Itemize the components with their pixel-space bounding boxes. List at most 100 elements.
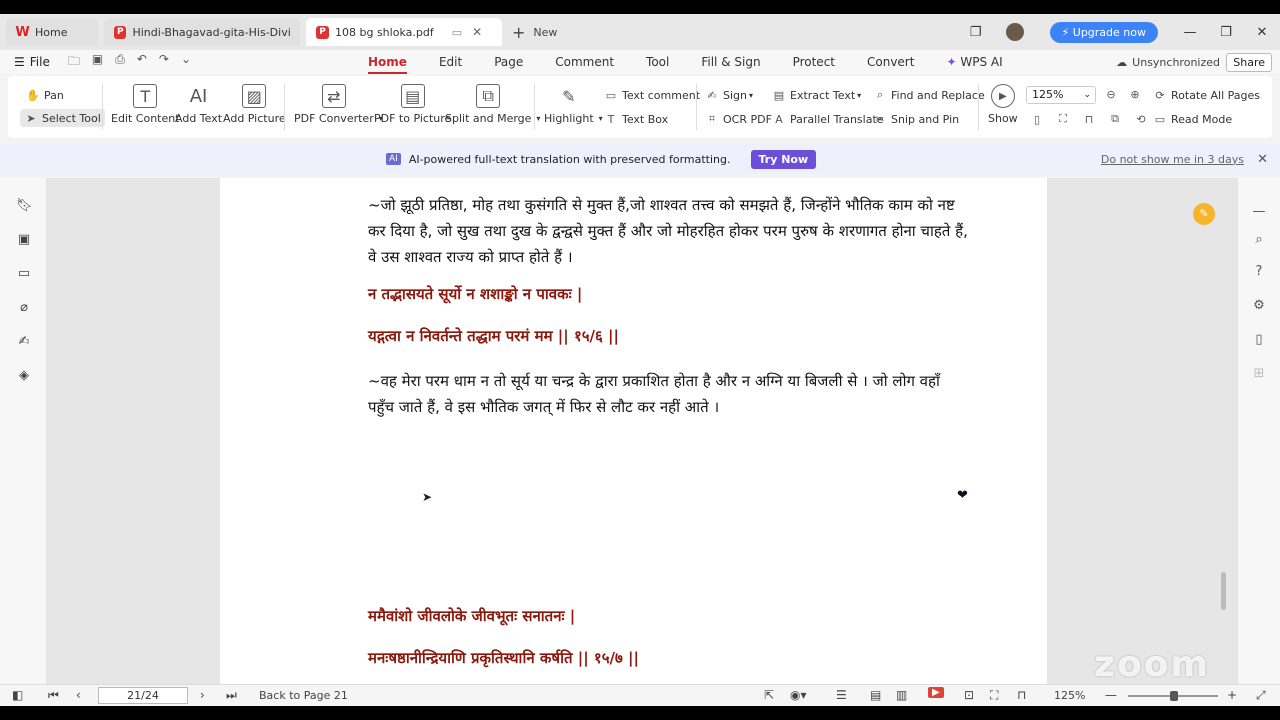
- zoom-in-button[interactable]: ⊕: [1128, 87, 1146, 101]
- print-icon[interactable]: ⎙: [115, 52, 125, 73]
- sign-button[interactable]: ✍ Sign ▾: [705, 88, 753, 102]
- menu-tab-fill-sign[interactable]: Fill & Sign: [685, 50, 776, 74]
- pdf-converter-button[interactable]: ⇄ PDF Converter ▾: [294, 84, 383, 125]
- continuous-scroll-icon[interactable]: ☰: [836, 688, 847, 702]
- rotate-all-pages-button[interactable]: ⟳ Rotate All Pages: [1153, 88, 1260, 102]
- zoom-select[interactable]: 125% ⌄: [1026, 86, 1096, 104]
- maximize-icon[interactable]: ❐: [1208, 25, 1244, 40]
- zoom-in-icon[interactable]: +: [1227, 688, 1237, 702]
- share-button[interactable]: Share: [1226, 52, 1272, 72]
- ai-icon: AI: [386, 153, 401, 165]
- close-window-icon[interactable]: ✕: [1244, 25, 1280, 40]
- layers-icon[interactable]: ◈: [16, 368, 32, 384]
- select-tool-button[interactable]: ➤ Select Tool: [20, 109, 105, 127]
- menu-tab-wps-ai[interactable]: ✦ WPS AI: [930, 50, 1018, 74]
- highlight-button[interactable]: ✎ Highlight ▾: [544, 84, 603, 126]
- fit-page-icon[interactable]: ⛶: [990, 688, 998, 703]
- export-icon[interactable]: ⇱: [764, 688, 774, 702]
- chevron-down-icon[interactable]: ⌄: [181, 52, 191, 73]
- pdf-to-picture-button[interactable]: ▤ PDF to Picture: [374, 84, 451, 125]
- back-to-page-link[interactable]: Back to Page 21: [259, 689, 348, 702]
- add-text-button[interactable]: AI Add Text: [175, 84, 222, 126]
- pan-button[interactable]: ✋ Pan: [26, 88, 64, 102]
- menu-tab-protect[interactable]: Protect: [777, 50, 851, 74]
- single-page-icon[interactable]: ▯: [1030, 112, 1044, 126]
- zoom-out-button[interactable]: ⊖: [1104, 87, 1122, 101]
- menu-tab-page[interactable]: Page: [478, 50, 539, 74]
- text-box-button[interactable]: T Text Box: [604, 112, 669, 126]
- search-icon[interactable]: ⌕: [1251, 232, 1267, 248]
- add-picture-button[interactable]: ▨ Add Picture: [223, 84, 286, 125]
- fit-width-icon[interactable]: ⊓: [1082, 112, 1096, 126]
- restore-window-icon[interactable]: ❐: [958, 25, 994, 40]
- page-number-input[interactable]: 21/24: [98, 687, 188, 704]
- two-page-view-icon[interactable]: ▥: [896, 688, 907, 702]
- copy-icon[interactable]: ⧉: [1108, 112, 1122, 126]
- find-replace-button[interactable]: ⌕ Find and Replace: [873, 88, 985, 102]
- upgrade-button[interactable]: ⚡ Upgrade now: [1049, 21, 1158, 43]
- tab-home[interactable]: W Home: [6, 18, 98, 46]
- book-icon[interactable]: ▯: [1251, 332, 1267, 348]
- parallel-translate-button[interactable]: A Parallel Translate: [772, 112, 883, 126]
- minimize-icon[interactable]: —: [1172, 25, 1208, 40]
- thumbnails-icon[interactable]: ▣: [16, 232, 32, 248]
- help-icon[interactable]: ?: [1251, 264, 1267, 280]
- document-viewport[interactable]: ~जो झूठी प्रतिष्ठा, मोह तथा कुसंगति से म…: [47, 178, 1237, 684]
- tab-document-active[interactable]: P 108 bg shloka.pdf ▭ ✕: [306, 18, 502, 46]
- save-icon[interactable]: ▣: [92, 52, 103, 73]
- undo-icon[interactable]: ↶: [137, 52, 147, 73]
- edit-pencil-button[interactable]: ✎: [1193, 203, 1215, 225]
- close-banner-icon[interactable]: ✕: [1257, 152, 1268, 167]
- extract-text-button[interactable]: ▤ Extract Text ▾: [772, 88, 861, 102]
- open-folder-icon[interactable]: 🗀: [68, 52, 80, 73]
- single-page-view-icon[interactable]: ▤: [870, 688, 881, 702]
- play-slideshow-icon[interactable]: ▶: [928, 687, 944, 698]
- next-page-icon[interactable]: ›: [200, 688, 205, 702]
- try-now-button[interactable]: Try Now: [750, 149, 817, 169]
- menu-tab-comment[interactable]: Comment: [539, 50, 630, 74]
- first-page-icon[interactable]: ⏮: [48, 688, 59, 703]
- close-tab-icon[interactable]: ✕: [472, 25, 482, 39]
- zoom-level[interactable]: 125%: [1054, 689, 1085, 702]
- collapse-icon[interactable]: —: [1251, 204, 1267, 220]
- menu-tab-tool[interactable]: Tool: [630, 50, 685, 74]
- split-merge-button[interactable]: ⧉ Split and Merge ▾: [445, 84, 540, 125]
- read-mode-button[interactable]: ▭ Read Mode: [1153, 112, 1232, 126]
- tab-document-1[interactable]: P Hindi-Bhagavad-gita-His-Divine-Gra: [104, 18, 300, 46]
- attachment-icon[interactable]: ⌀: [16, 300, 32, 316]
- menu-tab-home[interactable]: Home: [352, 50, 423, 74]
- snip-pin-button[interactable]: ✂ Snip and Pin: [873, 112, 959, 126]
- new-tab-button[interactable]: + New: [512, 23, 557, 42]
- file-menu[interactable]: ☰ File: [14, 55, 50, 69]
- ocr-pdf-button[interactable]: ⌗ OCR PDF: [705, 112, 772, 126]
- zoom-slider[interactable]: [1128, 691, 1218, 701]
- bookmark-icon[interactable]: 🔖︎: [16, 198, 33, 214]
- text-comment-button[interactable]: ▭ Text comment: [604, 88, 700, 102]
- comment-icon[interactable]: ▭: [16, 266, 32, 282]
- show-button[interactable]: ▶ Show: [988, 84, 1018, 125]
- zoom-out-icon[interactable]: —: [1105, 688, 1117, 702]
- edit-content-button[interactable]: T Edit Content: [111, 84, 180, 125]
- zoom-slider-knob[interactable]: [1170, 691, 1178, 701]
- eye-view-icon[interactable]: ◉▾: [790, 688, 807, 702]
- dismiss-banner-link[interactable]: Do not show me in 3 days: [1101, 153, 1244, 166]
- pdf-page[interactable]: ~जो झूठी प्रतिष्ठा, मोह तथा कुसंगति से म…: [220, 178, 1047, 684]
- settings-sliders-icon[interactable]: ⚙: [1251, 298, 1267, 314]
- fit-page-icon[interactable]: ⛶: [1056, 112, 1070, 126]
- fit-width-icon[interactable]: ⊡: [964, 688, 974, 702]
- vertical-scrollbar-thumb[interactable]: [1221, 572, 1226, 610]
- signature-panel-icon[interactable]: ✍: [16, 334, 32, 350]
- expand-icon[interactable]: ⤢: [1256, 688, 1266, 703]
- avatar[interactable]: [1005, 23, 1024, 41]
- sync-status[interactable]: ☁ Unsynchronized: [1116, 56, 1220, 69]
- fullscreen-icon[interactable]: ⊓: [1017, 688, 1026, 702]
- last-page-icon[interactable]: ⏭: [226, 688, 237, 703]
- rotate-page-icon[interactable]: ⟲: [1134, 112, 1148, 126]
- redo-icon[interactable]: ↷: [159, 52, 169, 73]
- menu-tab-edit[interactable]: Edit: [423, 50, 478, 74]
- sidebar-toggle-icon[interactable]: ◧: [12, 688, 23, 702]
- screen-icon[interactable]: ▭: [452, 26, 462, 39]
- menu-tab-convert[interactable]: Convert: [851, 50, 930, 74]
- grid-icon[interactable]: ⊞: [1251, 366, 1267, 382]
- previous-page-icon[interactable]: ‹: [76, 688, 81, 702]
